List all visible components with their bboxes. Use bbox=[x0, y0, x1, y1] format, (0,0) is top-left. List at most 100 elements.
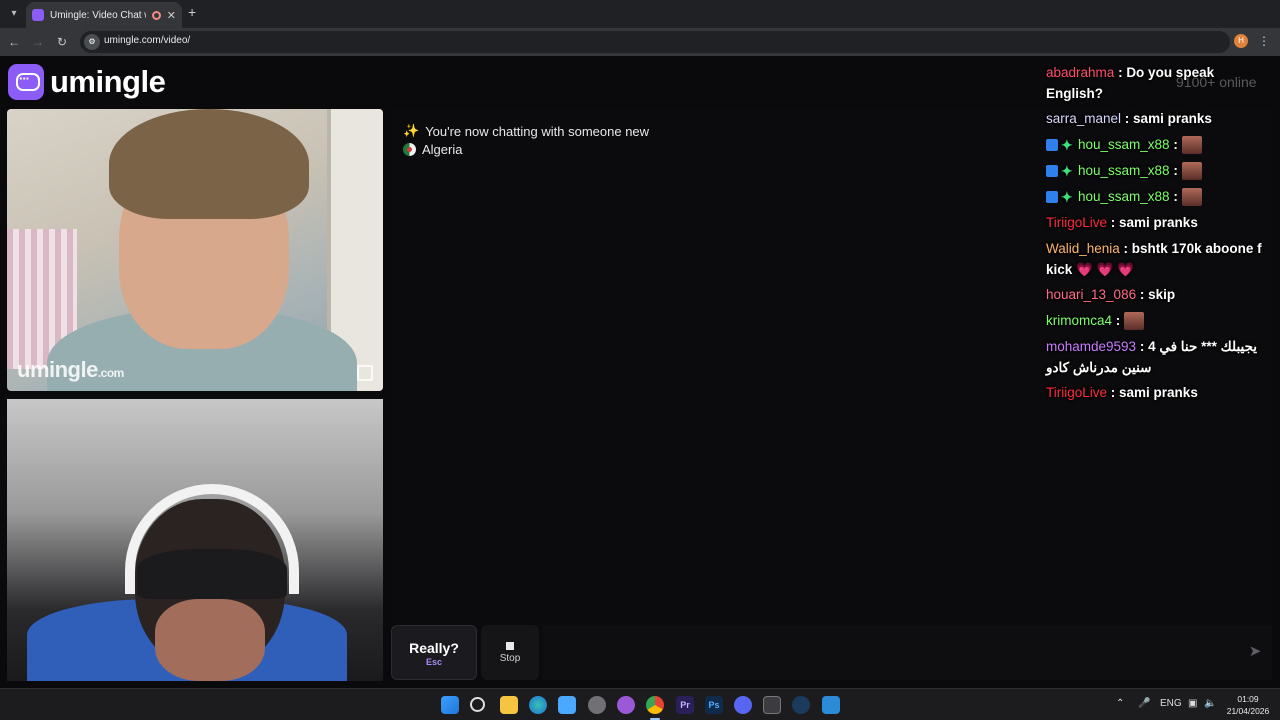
stranger-country: Algeria bbox=[403, 142, 462, 157]
stop-button[interactable]: Stop bbox=[481, 625, 539, 680]
chat-overlay-message: mohamde9593 : يجيبلك *** حنا في 4 سنين م… bbox=[1046, 339, 1258, 375]
sparkle-badge-icon: ✦ bbox=[1061, 163, 1073, 180]
microphone-icon[interactable]: 🎤 bbox=[1138, 698, 1150, 709]
chat-username: krimomca4 bbox=[1046, 313, 1113, 328]
chat-username: mohamde9593 bbox=[1046, 339, 1137, 354]
search-icon[interactable] bbox=[470, 697, 485, 712]
chat-overlay-message: ✦ hou_ssam_x88 : bbox=[1040, 132, 1274, 158]
app-icon-2[interactable] bbox=[822, 696, 840, 714]
premiere-icon[interactable]: Pr bbox=[676, 696, 694, 714]
chat-username: hou_ssam_x88 bbox=[1078, 163, 1170, 178]
back-icon[interactable]: ← bbox=[6, 34, 22, 50]
reload-icon[interactable]: ↻ bbox=[54, 34, 70, 50]
chat-overlay-message: sarra_manel : sami pranks bbox=[1046, 111, 1212, 126]
app-icon[interactable] bbox=[588, 696, 606, 714]
photoshop-icon[interactable]: Ps bbox=[705, 696, 723, 714]
heart-emoji-icon: 💗 💗 💗 bbox=[1076, 262, 1134, 277]
chat-username: Walid_henia bbox=[1046, 241, 1120, 256]
site-info-icon[interactable]: ⚙ bbox=[84, 34, 100, 50]
close-icon[interactable]: ✕ bbox=[167, 9, 176, 22]
sub-badge-icon bbox=[1046, 191, 1058, 204]
browser-tabbar: ▾ Umingle: Video Chat with S ✕ + bbox=[0, 0, 1280, 28]
chat-text: sami pranks bbox=[1119, 215, 1198, 230]
esc-hint: Esc bbox=[425, 657, 442, 667]
forward-icon[interactable]: → bbox=[30, 34, 46, 50]
chat-controls: Really? Esc Stop ➤ bbox=[391, 625, 1272, 682]
video-watermark: umingle.com bbox=[17, 357, 124, 382]
chat-text: sami pranks bbox=[1133, 111, 1212, 126]
edge-icon[interactable] bbox=[529, 696, 547, 714]
media-player-icon[interactable] bbox=[763, 696, 781, 714]
really-label: Really? bbox=[409, 640, 459, 656]
logo-text: umingle bbox=[50, 64, 166, 99]
steam-icon[interactable] bbox=[792, 696, 810, 714]
send-icon[interactable]: ➤ bbox=[1246, 643, 1264, 661]
site-favicon bbox=[32, 9, 44, 21]
browser-tab[interactable]: Umingle: Video Chat with S ✕ bbox=[26, 2, 182, 28]
chat-overlay-message: Walid_henia : bshtk 170k aboone f kick 💗… bbox=[1046, 241, 1262, 277]
chat-overlay-message: TiriigoLive : sami pranks bbox=[1046, 215, 1198, 230]
report-icon[interactable] bbox=[357, 365, 373, 381]
tab-title: Umingle: Video Chat with S bbox=[50, 9, 146, 21]
chat-overlay-message: krimomca4 : bbox=[1040, 308, 1274, 334]
chat-text: sami pranks bbox=[1119, 385, 1198, 400]
sparkle-badge-icon: ✦ bbox=[1061, 189, 1073, 206]
clock-time: 01:09 bbox=[1237, 694, 1259, 704]
tab-list-icon[interactable]: ▾ bbox=[6, 6, 22, 22]
stop-label: Stop bbox=[499, 653, 521, 664]
clock-date: 21/04/2026 bbox=[1226, 706, 1270, 716]
chat-overlay-message: abadrahma : Do you speak English? bbox=[1046, 65, 1215, 101]
page: umingle 9100+ online umingle.com ✨ You'r… bbox=[0, 56, 1280, 688]
site-logo[interactable]: umingle bbox=[8, 64, 166, 100]
network-icon[interactable]: ▣ bbox=[1188, 698, 1197, 709]
chat-overlay-message: TiriigoLive : sami pranks bbox=[1046, 385, 1198, 400]
stranger-video: umingle.com bbox=[7, 109, 383, 391]
sub-badge-icon bbox=[1046, 165, 1058, 178]
chat-username: TiriigoLive bbox=[1046, 385, 1108, 400]
browser-toolbar: ← → ↻ ⚙ umingle.com/video/ H ⋮ bbox=[0, 28, 1280, 56]
self-face bbox=[155, 599, 265, 681]
emote-icon bbox=[1181, 162, 1202, 181]
self-video bbox=[7, 399, 383, 681]
language-indicator[interactable]: ENG bbox=[1160, 698, 1182, 709]
chat-username: sarra_manel bbox=[1046, 111, 1122, 126]
chat-username: hou_ssam_x88 bbox=[1078, 137, 1170, 152]
emote-icon bbox=[1124, 312, 1145, 331]
chevron-up-icon[interactable]: ⌃ bbox=[1116, 698, 1124, 709]
chat-text: skip bbox=[1148, 287, 1176, 302]
taskbar-clock[interactable]: 01:09 21/04/2026 bbox=[1222, 693, 1274, 717]
sub-badge-icon bbox=[1046, 139, 1058, 152]
really-skip-button[interactable]: Really? Esc bbox=[391, 625, 477, 680]
sparkle-icon: ✨ bbox=[403, 123, 420, 138]
stop-icon bbox=[506, 642, 514, 650]
file-explorer-icon[interactable] bbox=[500, 696, 518, 714]
new-tab-icon[interactable]: + bbox=[188, 4, 196, 20]
sparkle-badge-icon: ✦ bbox=[1061, 137, 1073, 154]
chat-username: abadrahma bbox=[1046, 65, 1115, 80]
stream-chat-overlay: abadrahma : Do you speak English? sarra_m… bbox=[1040, 60, 1274, 406]
volume-icon[interactable]: 🔈 bbox=[1204, 698, 1216, 709]
umingle-logo-icon bbox=[8, 64, 44, 100]
recording-icon bbox=[151, 10, 161, 20]
message-input[interactable] bbox=[543, 625, 1272, 680]
messenger-icon[interactable] bbox=[617, 696, 635, 714]
emote-icon bbox=[1181, 136, 1202, 155]
system-message: ✨ You're now chatting with someone new bbox=[403, 123, 649, 139]
stranger-hair bbox=[109, 109, 309, 219]
headphones-icon bbox=[125, 484, 299, 594]
chat-username: hou_ssam_x88 bbox=[1078, 189, 1170, 204]
discord-icon[interactable] bbox=[734, 696, 752, 714]
taskbar: Pr Ps ⌃ 🎤 ENG ▣ 🔈 01:09 21/04/2026 bbox=[0, 688, 1280, 720]
chat-overlay-message: ✦ hou_ssam_x88 : bbox=[1040, 158, 1274, 184]
address-bar[interactable]: ⚙ umingle.com/video/ bbox=[80, 31, 1230, 53]
profile-avatar[interactable]: H bbox=[1234, 34, 1248, 48]
country-name: Algeria bbox=[422, 142, 463, 157]
url-text: umingle.com/video/ bbox=[104, 35, 191, 46]
chrome-icon[interactable] bbox=[646, 696, 664, 714]
menu-icon[interactable]: ⋮ bbox=[1258, 34, 1270, 48]
windows-start-icon[interactable] bbox=[441, 696, 459, 714]
algeria-flag-icon bbox=[403, 143, 416, 156]
emote-icon bbox=[1181, 188, 1202, 207]
chat-overlay-message: houari_13_086 : skip bbox=[1046, 287, 1176, 302]
store-icon[interactable] bbox=[558, 696, 576, 714]
